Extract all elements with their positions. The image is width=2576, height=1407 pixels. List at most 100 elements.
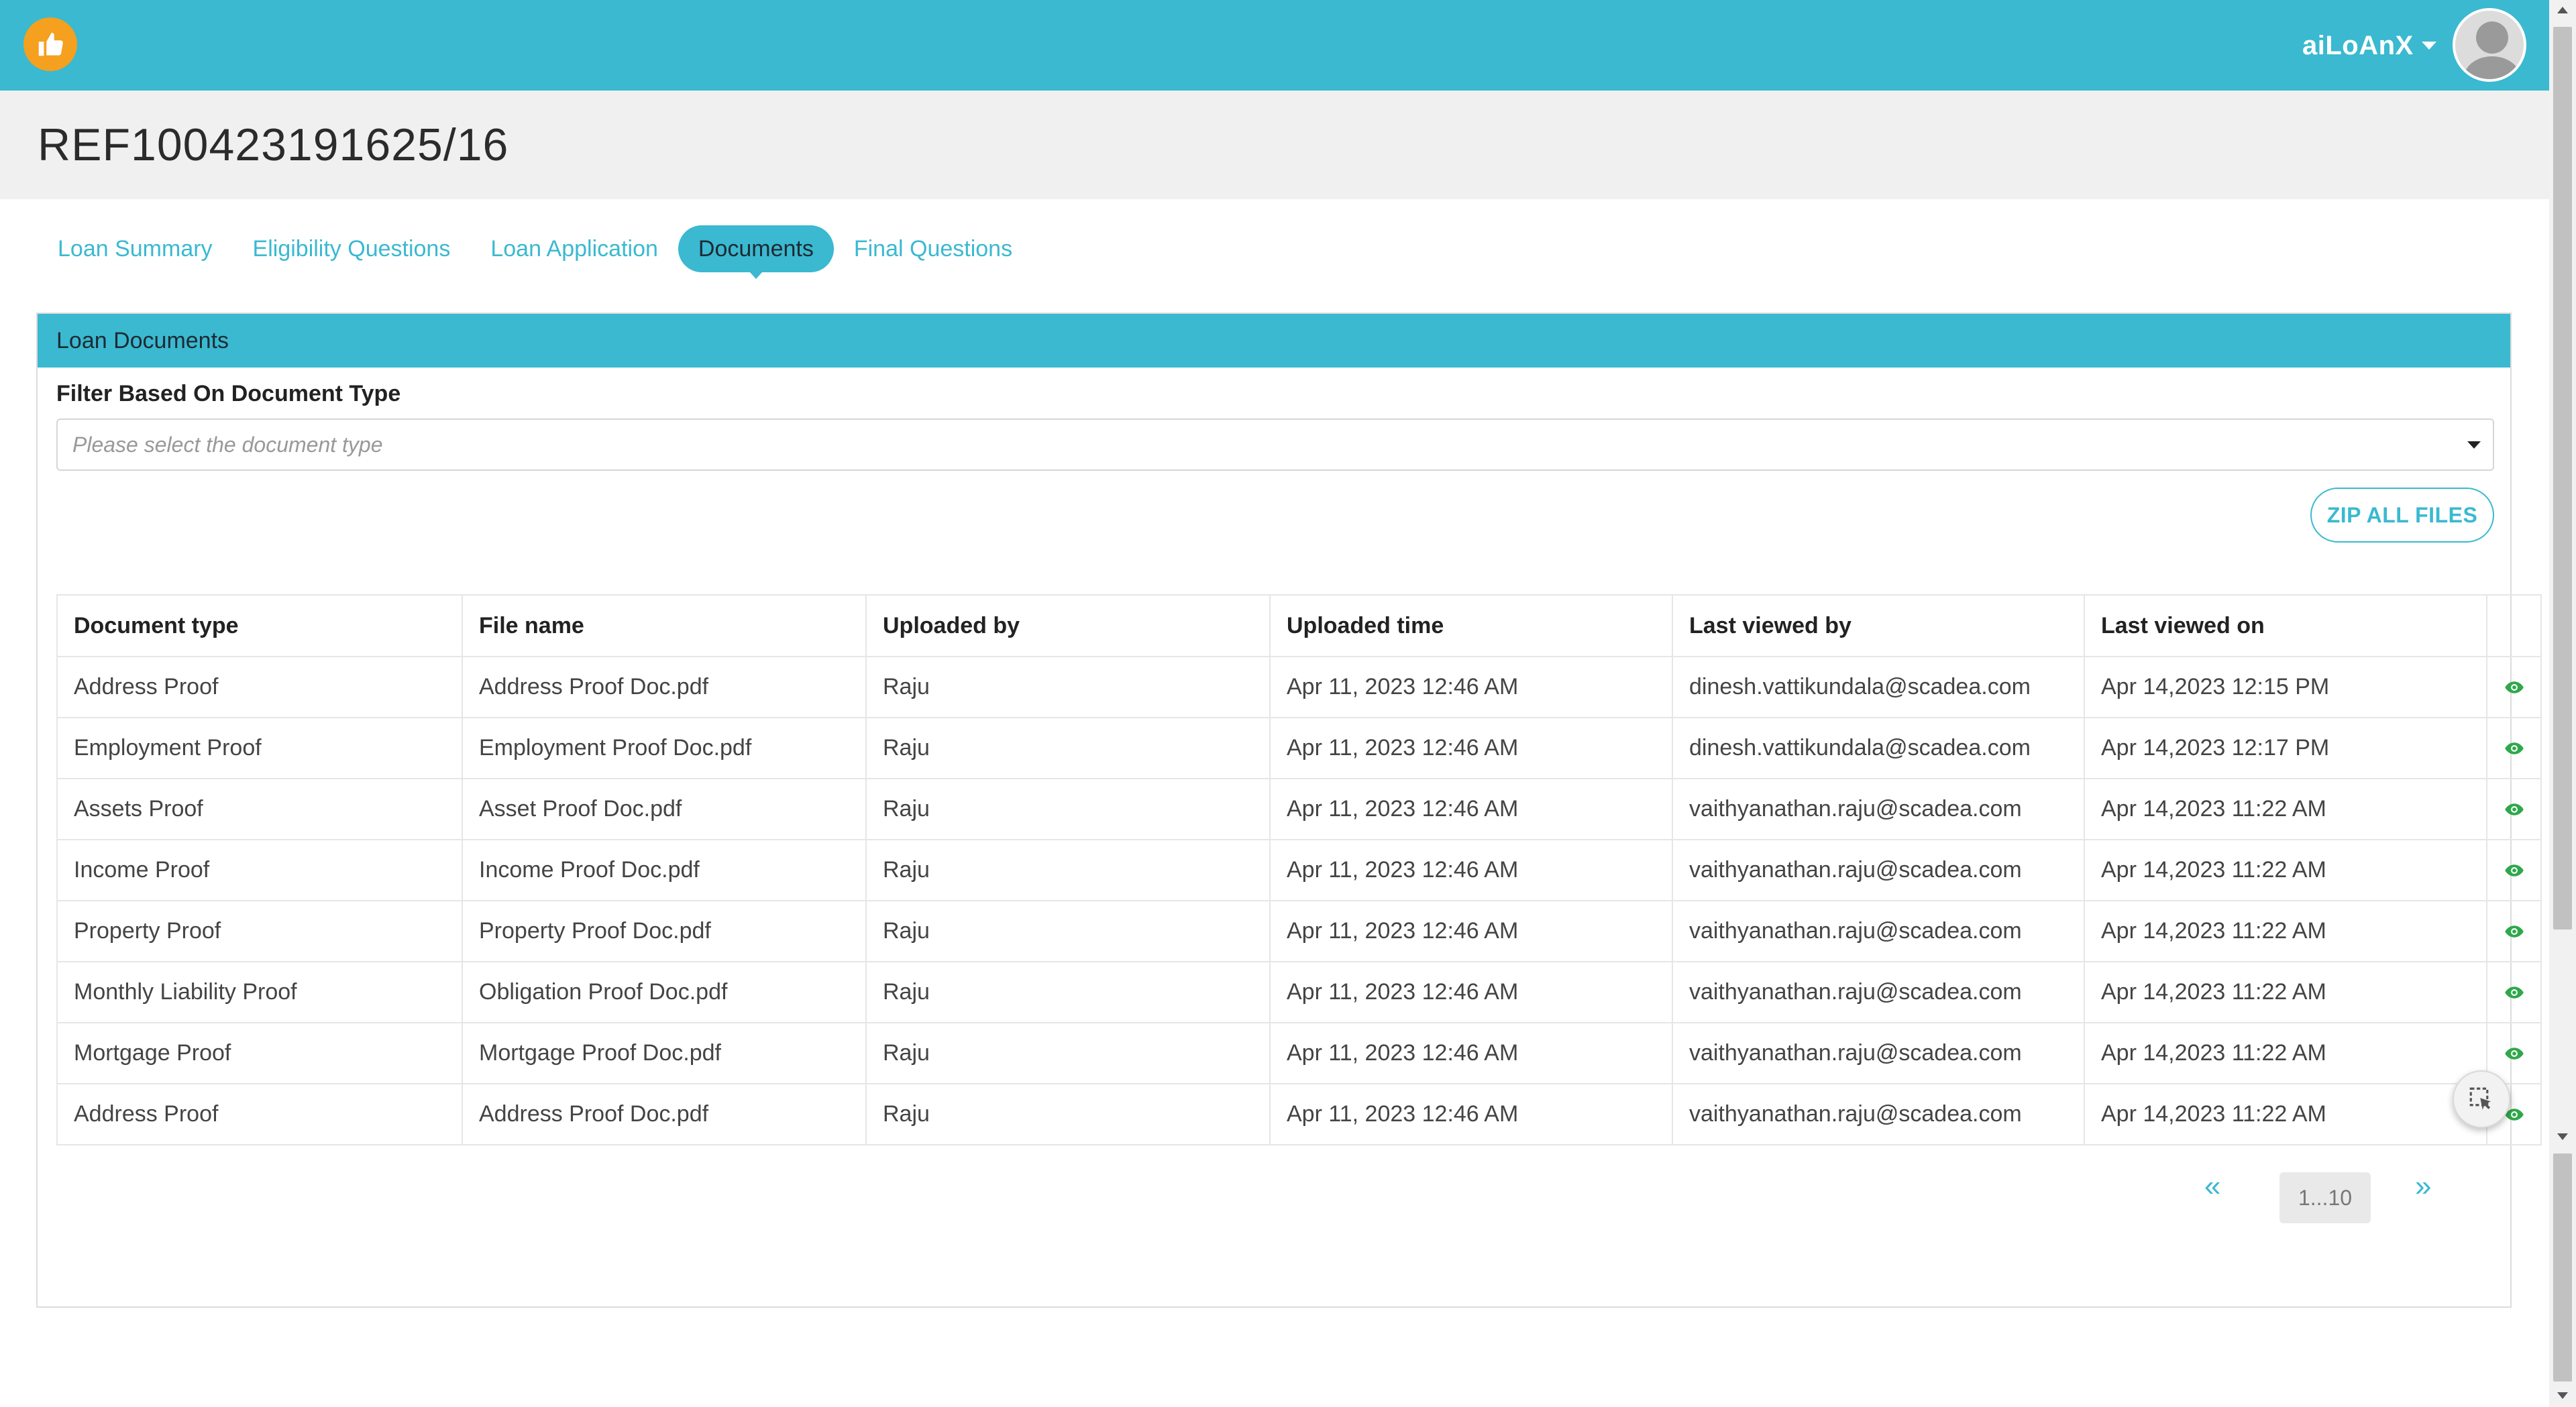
uploaded-time-cell: Apr 11, 2023 12:46 AM [1269,1083,1673,1145]
document-type-cell: Employment Proof [56,717,463,779]
view-action-cell [2486,778,2542,840]
last-viewed-on-cell: Apr 14,2023 11:22 AM [2084,900,2487,962]
uploaded-time-cell: Apr 11, 2023 12:46 AM [1269,900,1673,962]
pagination-page-indicator: 1...10 [2279,1172,2371,1223]
uploaded-by-cell: Raju [865,900,1271,962]
scroll-down-arrow-icon[interactable] [2557,1133,2568,1140]
user-avatar-icon [2455,11,2524,79]
tab-loan-summary[interactable]: Loan Summary [38,225,233,272]
file-name-cell: Asset Proof Doc.pdf [462,778,867,840]
last-viewed-by-cell: vaithyanathan.raju@scadea.com [1672,961,2085,1023]
uploaded-by-cell: Raju [865,656,1271,718]
panel-title: Loan Documents [38,314,2510,368]
last-viewed-on-cell: Apr 14,2023 12:15 PM [2084,656,2487,718]
uploaded-by-cell: Raju [865,1083,1271,1145]
zip-all-files-button[interactable]: ZIP ALL FILES [2310,488,2494,543]
last-viewed-by-cell: vaithyanathan.raju@scadea.com [1672,900,2085,962]
avatar[interactable] [2453,8,2526,82]
dropdown-caret-icon [2467,441,2481,449]
table-header-row: Document type File name Uploaded by Uplo… [56,594,2542,657]
last-viewed-by-cell: vaithyanathan.raju@scadea.com [1672,1022,2085,1084]
uploaded-time-cell: Apr 11, 2023 12:46 AM [1269,1022,1673,1084]
table-row: Mortgage Proof Mortgage Proof Doc.pdf Raju… [56,1022,2542,1084]
column-header[interactable]: Last viewed on [2084,594,2487,657]
document-type-cell: Income Proof [56,839,463,901]
file-name-cell: Address Proof Doc.pdf [462,1083,867,1145]
last-viewed-on-cell: Apr 14,2023 11:22 AM [2084,778,2487,840]
eye-icon[interactable] [2504,1041,2524,1067]
file-name-cell: Address Proof Doc.pdf [462,656,867,718]
last-viewed-by-cell: dinesh.vattikundala@scadea.com [1672,717,2085,779]
column-header[interactable]: File name [462,594,867,657]
column-header[interactable]: Uploaded by [865,594,1271,657]
cursor-select-icon [2469,1087,2491,1110]
table-row: Monthly Liability Proof Obligation Proof … [56,961,2542,1023]
file-name-cell: Property Proof Doc.pdf [462,900,867,962]
uploaded-by-cell: Raju [865,961,1271,1023]
uploaded-by-cell: Raju [865,1022,1271,1084]
document-type-select[interactable]: Please select the document type [56,418,2494,471]
scrollbar-thumb[interactable] [2553,27,2572,930]
last-viewed-on-cell: Apr 14,2023 11:22 AM [2084,1022,2487,1084]
last-viewed-by-cell: vaithyanathan.raju@scadea.com [1672,839,2085,901]
scroll-down-arrow-icon[interactable] [2557,1392,2568,1399]
scrollbar-thumb-secondary[interactable] [2553,1153,2572,1382]
chevron-down-icon [2421,42,2436,50]
view-action-cell [2486,961,2542,1023]
eye-icon[interactable] [2504,736,2524,762]
view-action-cell [2486,839,2542,901]
scroll-up-arrow-icon[interactable] [2557,7,2568,13]
document-type-cell: Address Proof [56,656,463,718]
table-row: Address Proof Address Proof Doc.pdf Raju Ap… [56,1083,2542,1145]
uploaded-time-cell: Apr 11, 2023 12:46 AM [1269,656,1673,718]
uploaded-time-cell: Apr 11, 2023 12:46 AM [1269,961,1673,1023]
vertical-scrollbar[interactable] [2549,0,2576,1407]
table-row: Income Proof Income Proof Doc.pdf Raju Apr … [56,839,2542,901]
user-menu[interactable]: aiLoAnX [2302,27,2436,64]
pagination-prev-button[interactable]: « [2204,1170,2220,1203]
uploaded-by-cell: Raju [865,778,1271,840]
tab-final-questions[interactable]: Final Questions [834,225,1032,272]
last-viewed-by-cell: dinesh.vattikundala@scadea.com [1672,656,2085,718]
view-action-cell [2486,900,2542,962]
document-type-cell: Mortgage Proof [56,1022,463,1084]
last-viewed-on-cell: Apr 14,2023 11:22 AM [2084,961,2487,1023]
select-placeholder: Please select the document type [72,433,383,457]
tab-eligibility-questions[interactable]: Eligibility Questions [233,225,471,272]
eye-icon[interactable] [2504,675,2524,701]
document-type-cell: Address Proof [56,1083,463,1145]
column-header[interactable]: Last viewed by [1672,594,2085,657]
logo-icon[interactable] [23,17,77,71]
column-header[interactable]: Document type [56,594,463,657]
top-bar: aiLoAnX [0,0,2549,91]
loan-documents-panel: Loan Documents Filter Based On Document … [36,313,2542,1308]
eye-icon[interactable] [2504,858,2524,884]
uploaded-by-cell: Raju [865,717,1271,779]
table-row: Assets Proof Asset Proof Doc.pdf Raju Apr 1… [56,778,2542,840]
floating-action-button[interactable] [2453,1070,2510,1128]
last-viewed-on-cell: Apr 14,2023 11:22 AM [2084,839,2487,901]
app-page: aiLoAnX REF100423191625/16 Loan Summary … [0,0,2576,1407]
last-viewed-by-cell: vaithyanathan.raju@scadea.com [1672,1083,2085,1145]
uploaded-time-cell: Apr 11, 2023 12:46 AM [1269,778,1673,840]
table-body: Address Proof Address Proof Doc.pdf Raju Ap… [56,656,2542,1145]
view-action-cell [2486,656,2542,718]
view-action-cell [2486,717,2542,779]
eye-icon[interactable] [2504,919,2524,945]
column-header[interactable]: Uploaded time [1269,594,1673,657]
pagination-next-button[interactable]: » [2415,1170,2431,1203]
user-name-label: aiLoAnX [2302,30,2414,60]
eye-icon[interactable] [2504,797,2524,823]
document-type-cell: Property Proof [56,900,463,962]
uploaded-by-cell: Raju [865,839,1271,901]
tab-documents[interactable]: Documents [678,225,834,279]
eye-icon[interactable] [2504,980,2524,1006]
page-header: REF100423191625/16 [0,91,2549,199]
file-name-cell: Employment Proof Doc.pdf [462,717,867,779]
last-viewed-on-cell: Apr 14,2023 12:17 PM [2084,717,2487,779]
tab-loan-application[interactable]: Loan Application [470,225,678,272]
document-type-cell: Assets Proof [56,778,463,840]
tab-bar: Loan Summary Eligibility Questions Loan … [38,225,1032,279]
file-name-cell: Mortgage Proof Doc.pdf [462,1022,867,1084]
column-header-actions [2486,594,2542,657]
